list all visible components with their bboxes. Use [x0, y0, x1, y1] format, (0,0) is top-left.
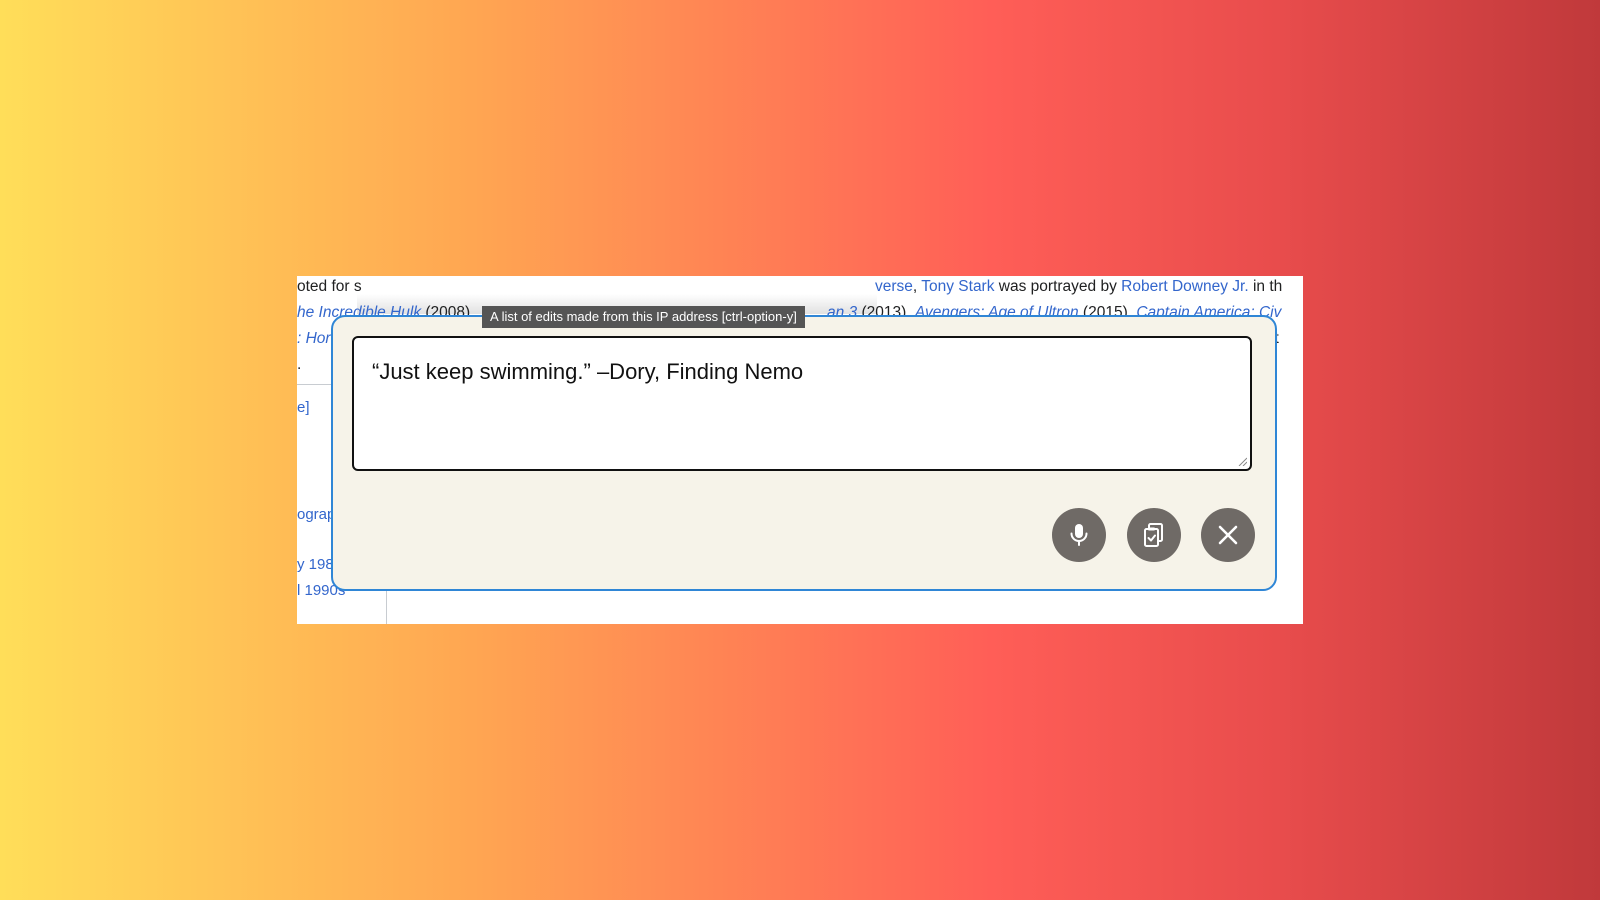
close-icon: [1218, 525, 1238, 545]
wiki-text-fragment: .: [297, 356, 302, 373]
wiki-link-robert-downey-jr[interactable]: Robert Downey Jr.: [1121, 278, 1249, 295]
microphone-button[interactable]: [1052, 508, 1106, 562]
wiki-text-fragment: oted for s: [297, 278, 362, 295]
quote-text-value: “Just keep swimming.” –Dory, Finding Nem…: [372, 359, 804, 384]
wiki-text-fragment: was portrayed by: [994, 278, 1122, 295]
wiki-link-verse[interactable]: verse: [875, 278, 913, 295]
wiki-text-line: oted for s: [297, 277, 362, 297]
wiki-text-line: .: [297, 355, 301, 375]
screenshot-window: oted for s verse, Tony Stark was portray…: [297, 276, 1303, 624]
clipboard-check-icon: [1144, 523, 1163, 547]
wiki-text-fragment: ,: [912, 278, 922, 295]
wiki-text-fragment: in th: [1248, 278, 1283, 295]
copy-button[interactable]: [1127, 508, 1181, 562]
close-button[interactable]: [1201, 508, 1255, 562]
wiki-link-tony-stark[interactable]: Tony Stark: [921, 278, 994, 295]
toc-item[interactable]: ograp: [297, 505, 335, 525]
tooltip: A list of edits made from this IP addres…: [482, 306, 805, 328]
resize-grip-icon[interactable]: [1237, 456, 1247, 466]
toc-item[interactable]: y 198: [297, 555, 334, 575]
quote-text-field[interactable]: “Just keep swimming.” –Dory, Finding Nem…: [352, 336, 1252, 471]
wiki-link-homecoming[interactable]: : Hor: [297, 330, 331, 347]
quote-panel: “Just keep swimming.” –Dory, Finding Nem…: [331, 315, 1277, 591]
wiki-text-line: : Hor: [297, 329, 331, 349]
wiki-text-line: verse, Tony Stark was portrayed by Rober…: [875, 277, 1282, 297]
toc-item[interactable]: e]: [297, 398, 310, 418]
microphone-icon: [1070, 524, 1088, 546]
